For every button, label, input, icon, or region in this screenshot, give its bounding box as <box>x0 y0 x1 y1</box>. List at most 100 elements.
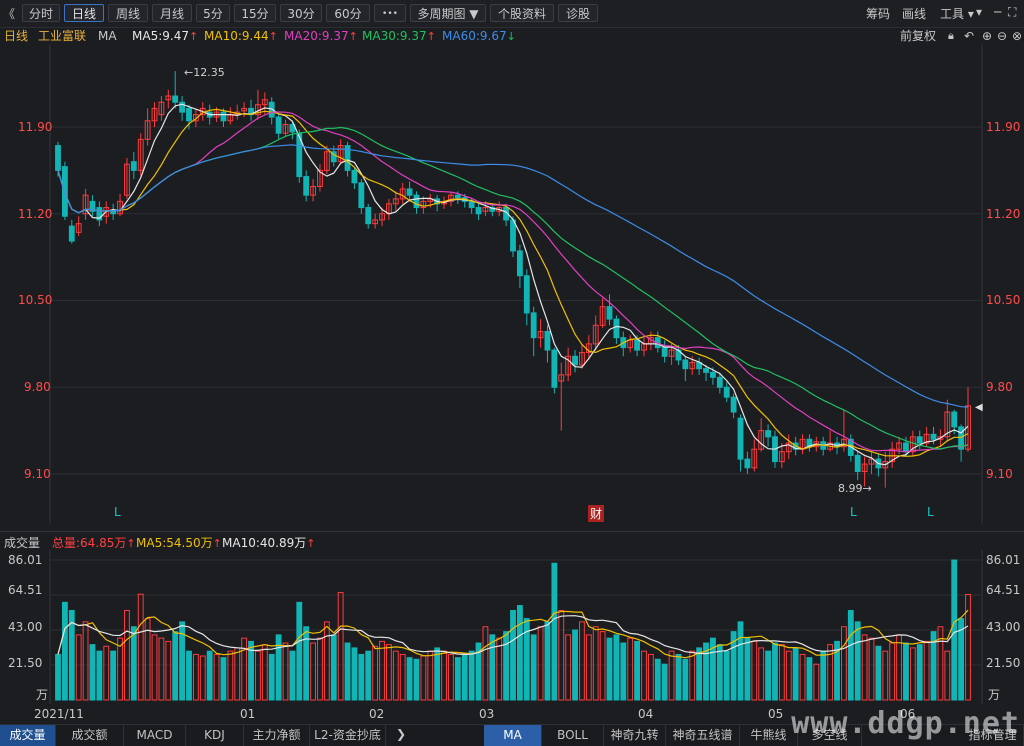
volume-total: 总量:64.85万↑ <box>52 536 136 550</box>
signal-marker[interactable]: L <box>850 505 857 519</box>
price-tick-right: 9.10 <box>986 467 1013 481</box>
tab-15min[interactable]: 15分 <box>234 4 276 22</box>
volume-bar <box>751 640 758 701</box>
ma60-arrow: ↓ <box>506 30 516 43</box>
candle-body <box>716 376 723 388</box>
price-tick-left: 11.20 <box>18 207 53 221</box>
tab-main-net[interactable]: 主力净额 <box>244 725 310 746</box>
volume-title[interactable]: 成交量 <box>4 534 40 551</box>
maximize-icon[interactable]: ⛶ <box>1008 5 1016 20</box>
date-tick: 2021/11 <box>34 707 84 721</box>
tab-boll[interactable]: BOLL <box>542 725 604 746</box>
zoom-in-icon[interactable]: ⊕ <box>982 27 992 45</box>
zoom-out-icon[interactable]: ⊖ <box>997 27 1007 45</box>
volume-bar <box>668 650 675 701</box>
volume-bar <box>634 640 641 701</box>
volume-bar <box>241 637 248 701</box>
volume-bar <box>261 644 268 701</box>
volume-bar <box>592 626 599 701</box>
tab-weekly[interactable]: 周线 <box>108 4 148 22</box>
signal-marker[interactable]: L <box>927 505 934 519</box>
volume-bar <box>654 658 661 701</box>
volume-legend: 成交量 总量:64.85万↑ MA5:54.50万↑ MA10:40.89万↑ <box>0 531 1024 550</box>
tab-ma[interactable]: MA <box>484 725 542 746</box>
volume-bar <box>772 642 778 701</box>
date-tick: 01 <box>240 707 256 721</box>
tab-macd[interactable]: MACD <box>124 725 186 746</box>
diagnose-button[interactable]: 诊股 <box>558 4 598 22</box>
candle-body <box>551 349 558 388</box>
tab-volume[interactable]: 成交量 <box>0 725 56 746</box>
ma5-arrow: ↑ <box>188 30 199 43</box>
multi-period-dropdown[interactable]: 多周期图 ▼ <box>410 4 486 22</box>
date-tick: 02 <box>369 707 385 721</box>
stock-name: 工业富联 <box>38 29 87 43</box>
candlestick-chart[interactable] <box>0 45 1024 523</box>
volume-bar <box>220 657 227 701</box>
volume-bar <box>558 609 565 701</box>
candle-body <box>737 417 744 460</box>
tab-magic-nine[interactable]: 神奇九转 <box>604 725 666 746</box>
volume-bar <box>75 634 82 701</box>
scroll-right-icon[interactable]: ❯ <box>396 727 406 741</box>
tab-30min[interactable]: 30分 <box>280 4 322 22</box>
ma5-legend: MA5:9.47↑ <box>132 27 198 46</box>
back-icon[interactable]: 《 <box>3 5 15 22</box>
volume-bar <box>468 650 475 701</box>
ma10-value: MA10:9.44 <box>204 29 269 43</box>
volume-bar <box>937 626 944 701</box>
signal-marker[interactable]: L <box>114 505 121 519</box>
candle-body <box>413 194 420 209</box>
adjust-mode[interactable]: 前复权 <box>900 27 936 45</box>
volume-bar <box>385 644 392 701</box>
tab-5min[interactable]: 5分 <box>196 4 230 22</box>
volume-unit-right: 万 <box>988 688 1001 702</box>
indicator-name[interactable]: MA <box>98 27 117 45</box>
volume-bar <box>165 640 172 701</box>
tab-kdj[interactable]: KDJ <box>186 725 244 746</box>
tab-60min[interactable]: 60分 <box>326 4 370 22</box>
volume-bar <box>255 650 261 701</box>
finance-report-marker[interactable]: 财 <box>588 505 605 522</box>
draw-line-button[interactable]: 画线 <box>902 5 926 22</box>
volume-bar <box>820 650 827 701</box>
tab-magic-five[interactable]: 神奇五线谱 <box>666 725 740 746</box>
tab-monthly[interactable]: 月线 <box>152 4 192 22</box>
candle-body <box>172 95 179 103</box>
volume-bar <box>420 655 427 701</box>
ma30-arrow: ↑ <box>426 30 436 43</box>
tools-menu[interactable]: 工具 ▾ <box>940 5 974 22</box>
volume-bar <box>530 634 537 701</box>
pin-icon[interactable]: ▾ <box>976 5 982 19</box>
close-chart-icon[interactable]: ⊗ <box>1012 27 1022 45</box>
more-periods-button[interactable]: ••• <box>374 4 406 22</box>
stock-info-button[interactable]: 个股资料 <box>490 4 554 22</box>
volume-bar <box>765 650 771 701</box>
undo-icon[interactable]: ↶ <box>964 27 974 45</box>
volume-bar <box>716 644 723 701</box>
volume-chart[interactable] <box>0 550 1024 704</box>
volume-bar <box>696 647 703 701</box>
tab-intraday[interactable]: 分时 <box>22 4 60 22</box>
volume-bar <box>413 658 420 701</box>
volume-bar <box>406 657 413 701</box>
candle-body <box>516 250 523 277</box>
tab-l2-capital[interactable]: L2-资金抄底 <box>310 725 386 746</box>
tab-bull-bear[interactable]: 牛熊线 <box>740 725 798 746</box>
volume-bar <box>916 644 923 701</box>
candle-body <box>661 347 668 357</box>
volume-bar <box>496 637 503 701</box>
minimize-icon[interactable]: ─ <box>994 5 1001 19</box>
candle-body <box>854 454 861 473</box>
volume-tick-left: 86.01 <box>8 553 43 567</box>
chip-button[interactable]: 筹码 <box>866 5 890 22</box>
low-price-label: 8.99→ <box>838 482 872 495</box>
lock-icon[interactable]: 🔒︎ <box>948 27 954 45</box>
volume-bar <box>923 640 930 701</box>
volume-bar <box>482 626 489 701</box>
tab-daily[interactable]: 日线 <box>64 4 104 22</box>
candle-body <box>572 355 578 366</box>
tab-turnover[interactable]: 成交额 <box>56 725 124 746</box>
volume-bar <box>641 650 647 701</box>
volume-bar <box>186 650 192 701</box>
